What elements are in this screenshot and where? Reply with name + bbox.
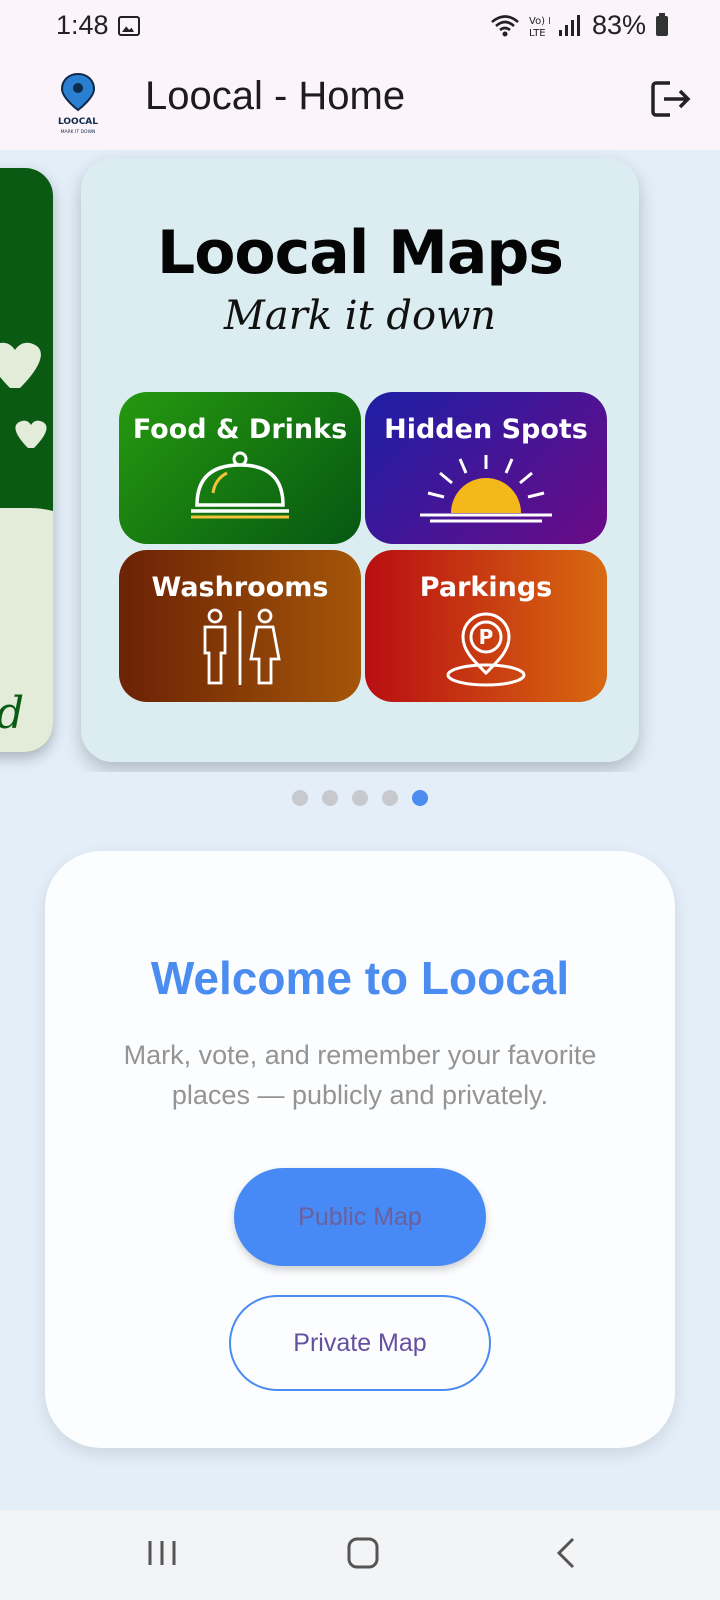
cloche-icon [191, 451, 289, 519]
sunrise-icon [420, 455, 552, 523]
loocal-logo: LOOCAL MARK IT DOWN [58, 72, 98, 135]
welcome-title: Welcome to Loocal [150, 952, 570, 1004]
image-icon [118, 16, 140, 36]
svg-text:LTE: LTE [529, 28, 546, 39]
recents-button[interactable] [132, 1528, 192, 1578]
logout-icon [651, 81, 691, 117]
parking-pin-icon: P [446, 612, 526, 687]
card-subtitle: Mark it down [223, 293, 497, 339]
home-icon [347, 1537, 379, 1569]
system-nav-bar [0, 1510, 720, 1600]
private-map-button[interactable]: Private Map [229, 1295, 491, 1391]
heart-icon [0, 342, 47, 448]
carousel-card-loocal-maps[interactable]: Loocal Maps Mark it down Food & Drinks H… [81, 158, 639, 762]
volte-text: Vo) LTE [529, 16, 550, 27]
svg-text:P: P [479, 625, 494, 649]
tile-parkings: Parkings P [365, 550, 607, 702]
carousel-pagination [0, 790, 720, 806]
home-button[interactable] [333, 1528, 393, 1578]
image-carousel[interactable]: d Loocal Maps Mark it down Food & Drinks… [0, 150, 720, 772]
battery-icon [656, 12, 668, 36]
volte-icon: Vo) LTE LTE [529, 16, 550, 39]
app-bar: LOOCAL MARK IT DOWN Loocal - Home [0, 52, 720, 150]
welcome-card: Welcome to Loocal Mark, vote, and rememb… [45, 851, 675, 1448]
carousel-card-previous[interactable]: d [0, 168, 53, 752]
carousel-dot[interactable] [352, 790, 368, 806]
carousel-dot[interactable] [412, 790, 428, 806]
carousel-dot[interactable] [292, 790, 308, 806]
tile-label: Food & Drinks [132, 414, 348, 445]
wifi-icon [491, 14, 519, 36]
back-button[interactable] [536, 1528, 596, 1578]
logout-button[interactable] [646, 74, 696, 124]
tile-hidden-spots: Hidden Spots [365, 392, 607, 544]
recents-icon [148, 1541, 176, 1565]
card-title: Loocal Maps [156, 218, 564, 288]
carousel-dot[interactable] [322, 790, 338, 806]
battery-percent: 83% [591, 10, 646, 40]
signal-icon [558, 14, 580, 36]
tile-label: Hidden Spots [384, 414, 588, 445]
welcome-description: Mark, vote, and remember your favorite p… [123, 1040, 597, 1110]
back-icon [556, 1537, 575, 1569]
card-script-text: d [0, 688, 24, 739]
public-map-button[interactable]: Public Map [234, 1168, 486, 1266]
tile-washrooms: Washrooms [119, 550, 361, 702]
logo-tagline: MARK IT DOWN [61, 129, 96, 135]
status-bar: 1:48 Vo) LTE LTE 83% [0, 0, 720, 52]
restroom-icon [203, 608, 281, 685]
status-icons: Vo) LTE LTE 83% [490, 10, 668, 41]
carousel-dot[interactable] [382, 790, 398, 806]
tile-food-drinks: Food & Drinks [119, 392, 361, 544]
page-title: Loocal - Home [145, 74, 406, 118]
tile-label: Parkings [419, 572, 553, 603]
status-time: 1:48 [56, 10, 109, 40]
tile-label: Washrooms [151, 572, 329, 603]
logo-text: LOOCAL [58, 117, 98, 127]
